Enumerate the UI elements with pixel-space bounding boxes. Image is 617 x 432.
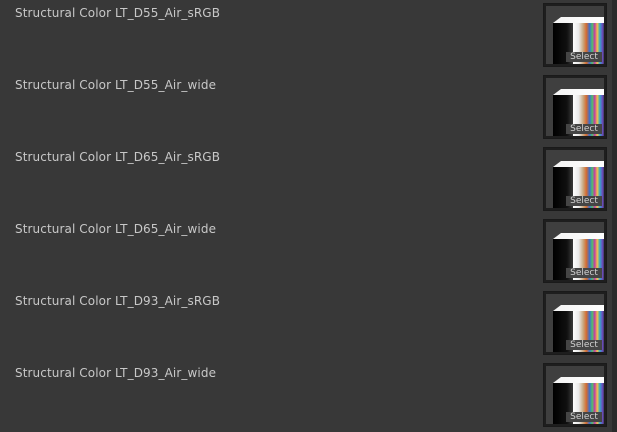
texture-list-panel: Structural Color LT_D55_Air_sRGB Select …	[0, 0, 617, 432]
texture-object-field[interactable]: Select	[543, 363, 607, 427]
texture-preview: Select	[546, 222, 604, 280]
texture-label: Structural Color LT_D65_Air_wide	[15, 222, 217, 236]
select-button[interactable]: Select	[566, 268, 602, 278]
texture-row: Structural Color LT_D65_Air_wide Select	[0, 216, 612, 288]
texture-label: Structural Color LT_D93_Air_wide	[15, 366, 217, 380]
select-button[interactable]: Select	[566, 124, 602, 134]
texture-label: Structural Color LT_D55_Air_wide	[15, 78, 217, 92]
texture-object-field[interactable]: Select	[543, 219, 607, 283]
select-button[interactable]: Select	[566, 196, 602, 206]
texture-preview: Select	[546, 6, 604, 64]
select-button[interactable]: Select	[566, 52, 602, 62]
texture-object-field[interactable]: Select	[543, 75, 607, 139]
texture-row: Structural Color LT_D93_Air_sRGB Select	[0, 288, 612, 360]
texture-row: Structural Color LT_D93_Air_wide Select	[0, 360, 612, 432]
panel-edge	[612, 0, 617, 432]
select-button[interactable]: Select	[566, 340, 602, 350]
texture-label: Structural Color LT_D65_Air_sRGB	[15, 150, 221, 164]
texture-row: Structural Color LT_D55_Air_wide Select	[0, 72, 612, 144]
texture-row: Structural Color LT_D65_Air_sRGB Select	[0, 144, 612, 216]
texture-object-field[interactable]: Select	[543, 291, 607, 355]
texture-label: Structural Color LT_D55_Air_sRGB	[15, 6, 221, 20]
texture-preview: Select	[546, 150, 604, 208]
texture-object-field[interactable]: Select	[543, 3, 607, 67]
texture-preview: Select	[546, 294, 604, 352]
texture-preview: Select	[546, 78, 604, 136]
select-button[interactable]: Select	[566, 412, 602, 422]
texture-preview: Select	[546, 366, 604, 424]
texture-row: Structural Color LT_D55_Air_sRGB Select	[0, 0, 612, 72]
texture-label: Structural Color LT_D93_Air_sRGB	[15, 294, 221, 308]
texture-object-field[interactable]: Select	[543, 147, 607, 211]
